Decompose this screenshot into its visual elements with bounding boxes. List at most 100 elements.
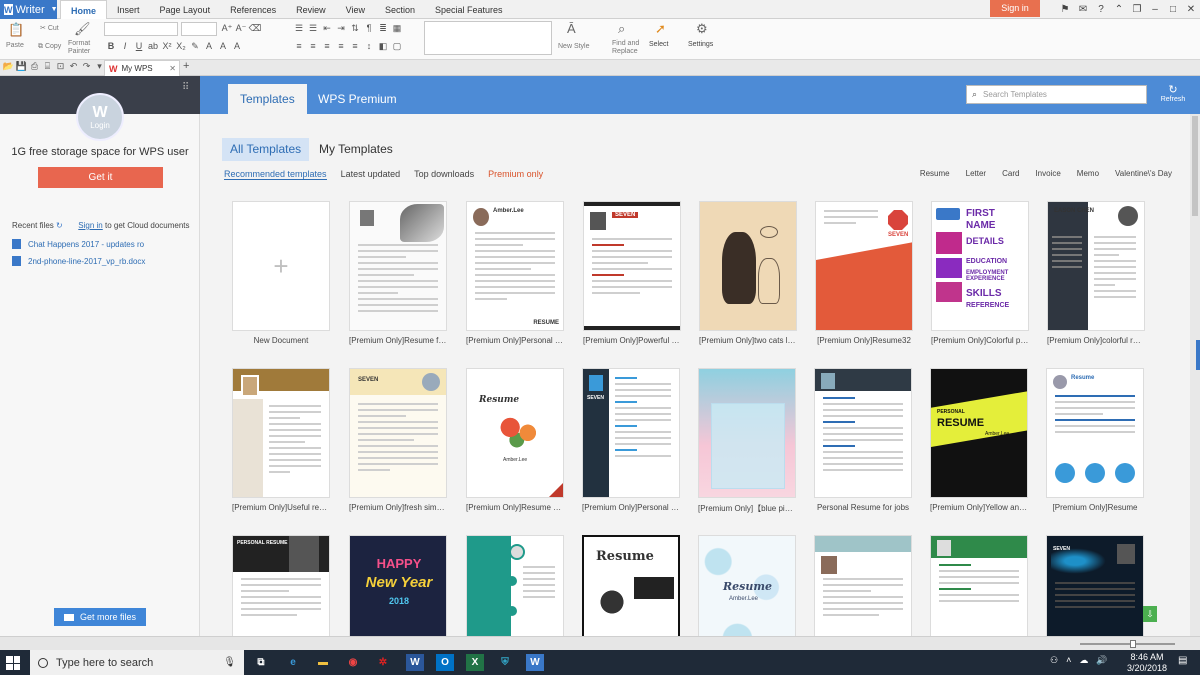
tab-special-features[interactable]: Special Features <box>425 0 513 19</box>
paste-icon[interactable]: 📋 <box>8 22 24 38</box>
template-thumbnail[interactable] <box>699 201 797 331</box>
feedback-icon[interactable]: ✉ <box>1074 4 1092 15</box>
template-thumbnail[interactable]: SEVEN <box>583 201 681 331</box>
template-thumbnail[interactable] <box>349 201 447 331</box>
ribbon-collapse-icon[interactable]: ⌃ <box>1110 4 1128 15</box>
recent-file-item[interactable]: 2nd-phone-line-2017_vp_rb.docx <box>12 256 145 266</box>
tab-home[interactable]: Home <box>60 0 108 19</box>
template-thumbnail[interactable]: HAPPY New Year 2018 <box>349 535 447 636</box>
template-card[interactable]: EASON CHEN [Premium Only]colorful resu..… <box>1047 201 1145 345</box>
font-size-select[interactable] <box>181 22 217 36</box>
tab-my-wps[interactable]: W My WPS ✕ <box>104 60 180 76</box>
notification-icon[interactable]: ▤ <box>1178 655 1187 666</box>
restore-icon[interactable]: ❐ <box>1128 4 1146 15</box>
people-icon[interactable]: ⚇ <box>1050 655 1058 666</box>
template-thumbnail[interactable] <box>814 535 912 636</box>
italic-icon[interactable]: I <box>118 41 132 51</box>
category-memo[interactable]: Memo <box>1077 169 1099 178</box>
download-icon[interactable]: ⇩ <box>1143 606 1157 622</box>
template-thumbnail[interactable]: EASON CHEN <box>1047 201 1145 331</box>
volume-icon[interactable]: 🔊 <box>1096 655 1107 666</box>
wps-taskbar-icon[interactable]: W <box>526 654 544 671</box>
help-icon[interactable]: ? <box>1092 4 1110 15</box>
template-thumbnail[interactable] <box>466 535 564 636</box>
close-icon[interactable]: ✕ <box>1182 4 1200 15</box>
font-name-select[interactable] <box>104 22 178 36</box>
sign-in-button[interactable]: Sign in <box>990 0 1040 17</box>
template-thumbnail[interactable]: PERSONAL RESUME <box>232 535 330 636</box>
superscript-icon[interactable]: X² <box>160 41 174 51</box>
filter-top-downloads[interactable]: Top downloads <box>414 169 474 180</box>
align-center-icon[interactable]: ≡ <box>306 41 320 51</box>
border-icon[interactable]: ▢ <box>390 41 404 52</box>
tab-wps-premium[interactable]: WPS Premium <box>306 84 409 114</box>
new-tab-icon[interactable]: + <box>183 60 189 72</box>
vertical-scrollbar[interactable] <box>1190 114 1200 636</box>
new-style-label[interactable]: New Style <box>558 43 590 50</box>
template-thumbnail[interactable]: SEVEN <box>1046 535 1144 636</box>
template-card[interactable]: SEVEN [Premium Only]Resume32 <box>815 201 913 345</box>
template-thumbnail[interactable]: Resume <box>582 535 680 636</box>
taskbar-search-input[interactable]: Type here to search 🎙 <box>30 650 244 675</box>
windows-start-icon[interactable] <box>6 656 20 670</box>
template-thumbnail[interactable] <box>814 368 912 498</box>
justify-icon[interactable]: ≡ <box>334 41 348 51</box>
task-view-icon[interactable]: ⧉ <box>252 654 270 671</box>
word-icon[interactable]: W <box>406 654 424 671</box>
find-replace-icon[interactable]: ⌕ <box>618 21 625 37</box>
app-menu-button[interactable]: W Writer ▼ <box>0 0 58 19</box>
template-card-new-document[interactable]: + New Document <box>232 201 330 345</box>
template-card[interactable]: HAPPY New Year 2018 <box>349 535 447 636</box>
category-letter[interactable]: Letter <box>966 169 986 178</box>
zoom-slider-handle[interactable] <box>1130 640 1136 648</box>
indent-icon[interactable]: ⇥ <box>334 23 348 34</box>
format-painter-icon[interactable]: 🖌 <box>74 21 91 37</box>
template-card[interactable] <box>814 535 912 636</box>
search-templates-input[interactable]: ⌕ Search Templates <box>966 85 1147 104</box>
subscript-icon[interactable]: X₂ <box>174 41 188 51</box>
subtab-all-templates[interactable]: All Templates <box>222 138 310 161</box>
minimize-icon[interactable]: – <box>1146 4 1164 15</box>
subtab-my-templates[interactable]: My Templates <box>311 138 401 161</box>
side-edge-tab[interactable] <box>1196 340 1200 370</box>
underline-icon[interactable]: U <box>132 41 146 51</box>
cloud-icon[interactable]: ☁ <box>1079 655 1088 666</box>
taskbar-clock[interactable]: 8:46 AM 3/20/2018 <box>1122 652 1172 674</box>
category-card[interactable]: Card <box>1002 169 1019 178</box>
edge-browser-icon[interactable]: e <box>284 654 302 671</box>
template-card[interactable]: Personal Resume for jobs <box>814 368 912 512</box>
paragraph-icon[interactable]: ≣ <box>376 23 390 34</box>
settings-label[interactable]: Settings <box>688 41 713 48</box>
category-valentines-day[interactable]: Valentine\'s Day <box>1115 169 1172 178</box>
template-card[interactable]: [Premium Only]【blue pink l... <box>698 368 796 514</box>
close-tab-icon[interactable]: ✕ <box>169 64 176 73</box>
align-right-icon[interactable]: ≡ <box>320 41 334 51</box>
tab-review[interactable]: Review <box>286 0 336 19</box>
shading-icon[interactable]: ◧ <box>376 41 390 52</box>
excel-icon[interactable]: X <box>466 654 484 671</box>
template-card[interactable]: PERSONAL RESUME <box>232 535 330 636</box>
export-pdf-icon[interactable]: ⊡ <box>54 61 67 72</box>
format-painter-label[interactable]: Format Painter <box>68 40 96 56</box>
settings-icon[interactable]: ⚙ <box>696 21 708 37</box>
get-more-files-button[interactable]: Get more files <box>54 608 146 626</box>
print-preview-icon[interactable]: ⌸ <box>41 61 54 72</box>
redo-icon[interactable]: ↷ <box>80 61 93 72</box>
select-cursor-icon[interactable]: ➚ <box>655 21 666 37</box>
font-color-icon[interactable]: A <box>202 41 216 51</box>
line-spacing-icon[interactable]: ↕ <box>362 41 376 51</box>
new-document-thumbnail[interactable]: + <box>232 201 330 331</box>
refresh-button[interactable]: ↻ Refresh <box>1157 83 1189 103</box>
chrome-icon[interactable]: ◉ <box>344 654 362 671</box>
template-thumbnail[interactable] <box>698 368 796 498</box>
template-card[interactable]: Resume Amber.Lee <box>698 535 796 636</box>
template-thumbnail[interactable]: FIRST NAME DETAILS EDUCATION EMPLOYMENT … <box>931 201 1029 331</box>
template-card[interactable]: Resume <box>582 535 680 636</box>
apps-grid-icon[interactable]: ⠿ <box>182 82 189 93</box>
template-thumbnail[interactable]: Resume Amber.Lee <box>466 368 564 498</box>
template-card[interactable]: [Premium Only]Resume for... <box>349 201 447 345</box>
bullets-icon[interactable]: ☰ <box>292 23 306 34</box>
template-card[interactable]: SEVEN <box>1046 535 1144 636</box>
cut-button[interactable]: ✂ Cut <box>40 24 59 32</box>
paste-label[interactable]: Paste <box>6 42 24 49</box>
